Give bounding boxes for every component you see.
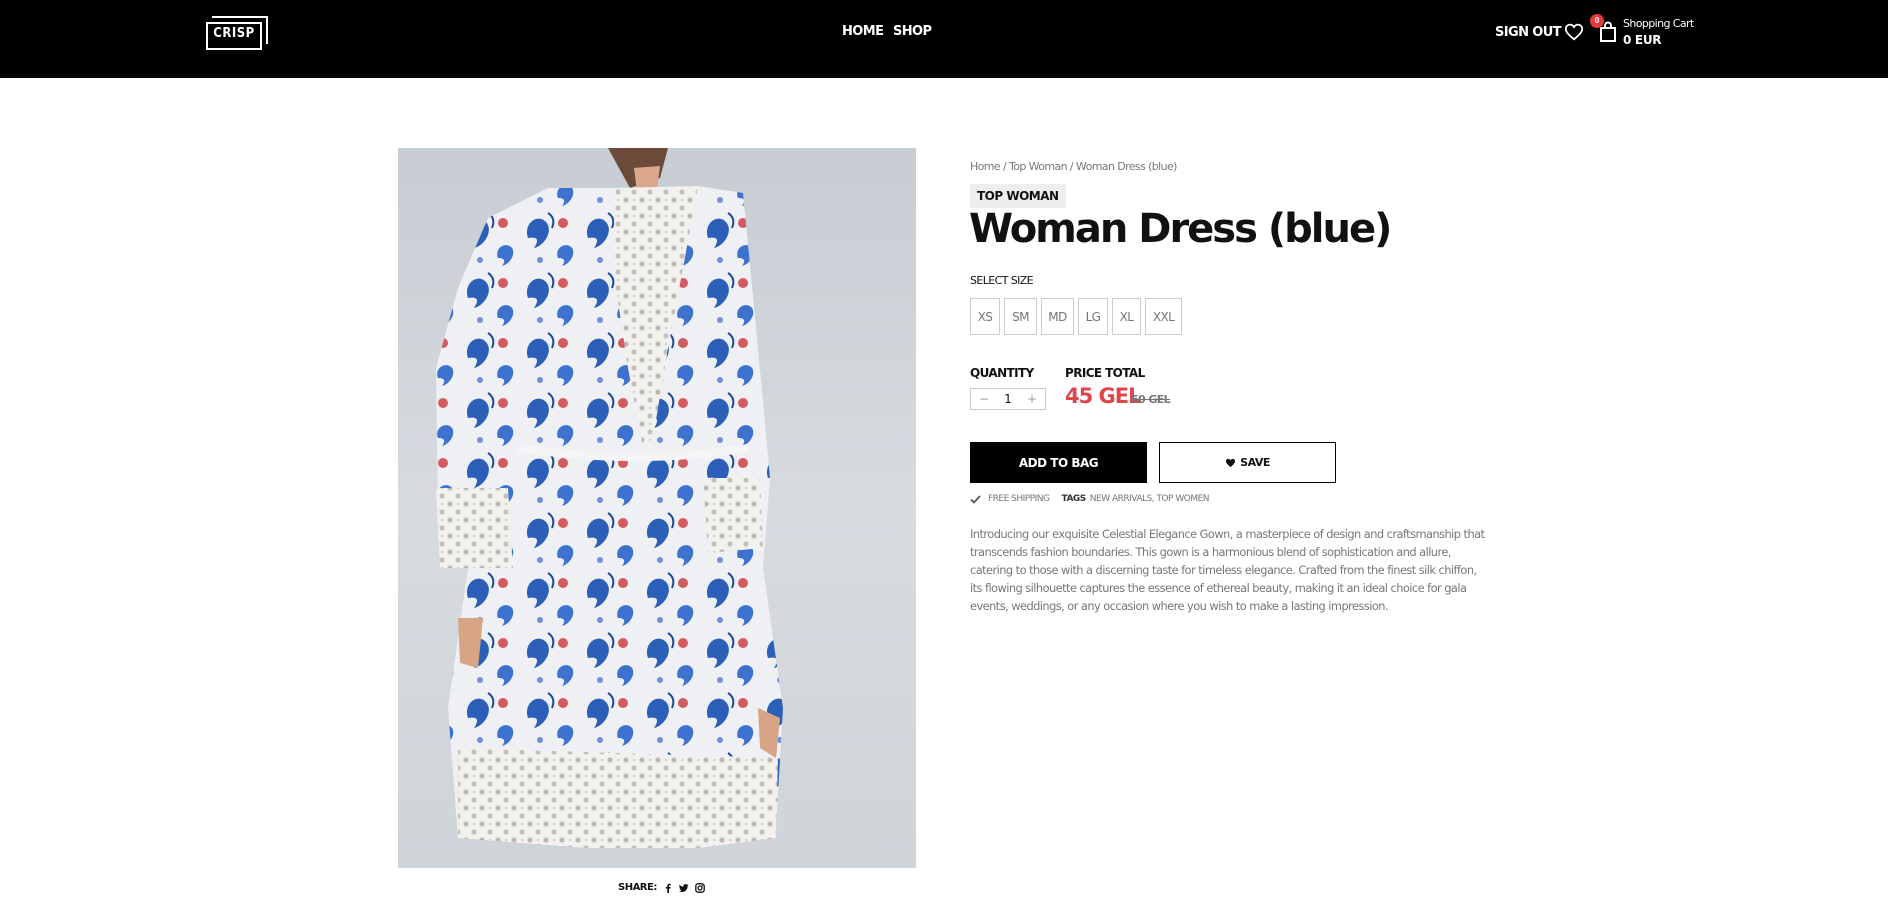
logo-frame-top — [212, 16, 268, 18]
nav-home-link[interactable]: HOME — [842, 24, 884, 39]
product-meta: FREE SHIPPING TAGS NEW ARRIVALS, TOP WOM… — [970, 494, 1210, 504]
size-option-xs[interactable]: XS — [970, 298, 1000, 335]
free-shipping-label: FREE SHIPPING — [988, 494, 1050, 504]
dress-illustration — [436, 148, 783, 848]
instagram-icon[interactable] — [694, 882, 705, 893]
add-to-bag-button[interactable]: ADD TO BAG — [970, 442, 1147, 483]
size-option-xxl[interactable]: XXL — [1145, 298, 1182, 335]
product-description: Introducing our exquisite Celestial Eleg… — [970, 527, 1485, 613]
size-option-xl[interactable]: XL — [1112, 298, 1141, 335]
facebook-icon[interactable] — [663, 883, 673, 893]
size-option-lg[interactable]: LG — [1078, 298, 1108, 335]
select-size-label: SELECT SIZE — [970, 274, 1034, 287]
logo-frame-right — [266, 16, 268, 44]
product-title: Woman Dress (blue) — [969, 206, 1392, 252]
category-badge[interactable]: TOP WOMAN — [970, 184, 1066, 208]
size-selector: XS SM MD LG XL XXL — [970, 298, 1182, 335]
quantity-value[interactable]: 1 — [1004, 392, 1012, 406]
breadcrumb[interactable]: Home / Top Woman / Woman Dress (blue) — [970, 160, 1177, 173]
old-price: 50 GEL — [1131, 393, 1171, 406]
heart-icon — [1226, 458, 1236, 467]
shopping-cart-label[interactable]: Shopping Cart — [1623, 17, 1694, 30]
tags-list[interactable]: NEW ARRIVALS, TOP WOMEN — [1090, 494, 1210, 504]
quantity-decrement-button[interactable]: − — [977, 392, 991, 406]
quantity-increment-button[interactable]: + — [1025, 392, 1039, 406]
save-button[interactable]: SAVE — [1159, 442, 1336, 483]
size-option-md[interactable]: MD — [1041, 298, 1074, 335]
quantity-label: QUANTITY — [970, 366, 1034, 380]
sign-out-link[interactable]: SIGN OUT — [1495, 25, 1562, 40]
crisp-logo[interactable]: CRISP — [206, 16, 268, 50]
site-header: CRISP HOME SHOP SIGN OUT 0 Shopping Cart… — [0, 0, 1888, 78]
quantity-stepper: − 1 + — [970, 388, 1046, 410]
cart-count-badge: 0 — [1590, 14, 1604, 28]
size-option-sm[interactable]: SM — [1004, 298, 1037, 335]
price-total-label: PRICE TOTAL — [1065, 366, 1145, 380]
share-label: SHARE: — [618, 882, 657, 893]
cart-total[interactable]: 0 EUR — [1623, 33, 1662, 47]
product-image[interactable] — [398, 148, 916, 868]
share-row: SHARE: — [618, 882, 705, 893]
twitter-icon[interactable] — [678, 883, 689, 893]
check-icon — [970, 494, 981, 504]
heart-icon[interactable] — [1564, 23, 1584, 41]
tags-label: TAGS — [1061, 494, 1087, 504]
logo-text: CRISP — [213, 26, 255, 41]
current-price: 45 GEL — [1065, 384, 1141, 408]
nav-shop-link[interactable]: SHOP — [893, 24, 932, 39]
save-label: SAVE — [1240, 456, 1270, 469]
